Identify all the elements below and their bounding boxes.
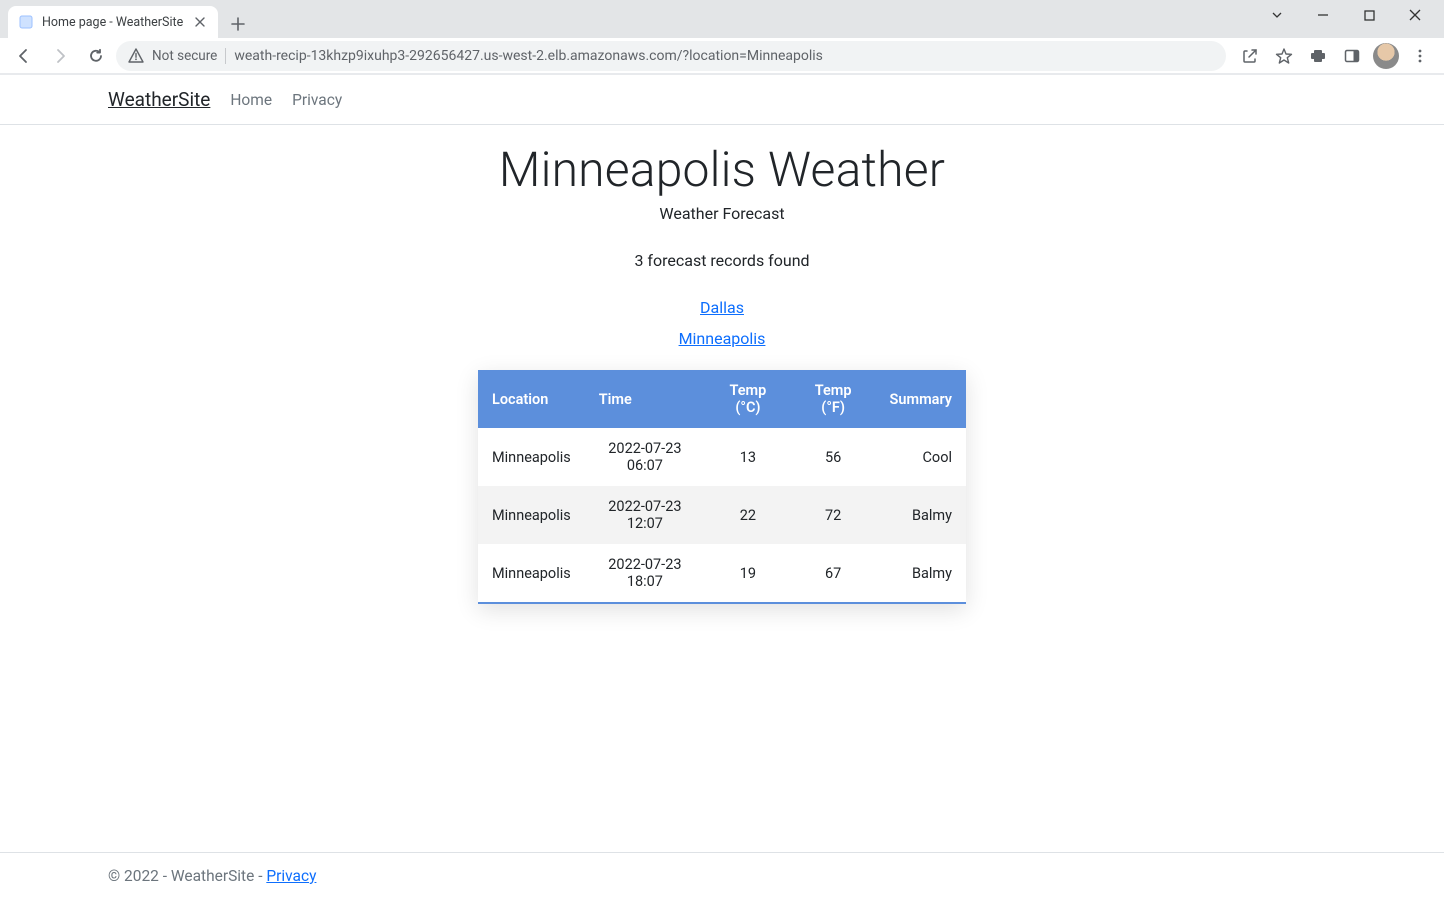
cell-temp-f: 56 [791, 428, 876, 486]
cell-location: Minneapolis [478, 544, 585, 602]
page-subtitle: Weather Forecast [0, 204, 1444, 223]
main-content: Minneapolis Weather Weather Forecast 3 f… [0, 125, 1444, 852]
records-found: 3 forecast records found [0, 251, 1444, 270]
location-link-minneapolis[interactable]: Minneapolis [679, 329, 766, 348]
profile-avatar[interactable] [1370, 40, 1402, 72]
brand-link[interactable]: WeatherSite [108, 88, 210, 111]
browser-toolbar: Not secure weath-recip-13khzp9ixuhp3-292… [0, 38, 1444, 74]
warning-icon [128, 48, 144, 64]
cell-temp-f: 67 [791, 544, 876, 602]
tab-title: Home page - WeatherSite [42, 15, 184, 30]
new-tab-button[interactable] [224, 10, 252, 38]
minimize-button[interactable] [1300, 0, 1346, 30]
nav-privacy[interactable]: Privacy [292, 91, 342, 109]
location-link-row: Dallas [0, 298, 1444, 317]
table-header-row: Location Time Temp (°C) Temp (°F) Summar… [478, 370, 966, 428]
cell-location: Minneapolis [478, 486, 585, 544]
cell-time: 2022-07-23 12:07 [585, 486, 705, 544]
favicon-icon [18, 14, 34, 30]
address-bar[interactable]: Not secure weath-recip-13khzp9ixuhp3-292… [116, 41, 1226, 71]
th-location: Location [478, 370, 585, 428]
table-row: Minneapolis 2022-07-23 18:07 19 67 Balmy [478, 544, 966, 602]
url-text: weath-recip-13khzp9ixuhp3-292656427.us-w… [234, 48, 823, 64]
th-time: Time [585, 370, 705, 428]
share-icon[interactable] [1234, 40, 1266, 72]
footer-privacy-link[interactable]: Privacy [266, 867, 316, 885]
extensions-icon[interactable] [1302, 40, 1334, 72]
cell-time: 2022-07-23 06:07 [585, 428, 705, 486]
close-icon[interactable] [192, 14, 208, 30]
cell-temp-f: 72 [791, 486, 876, 544]
menu-icon[interactable] [1404, 40, 1436, 72]
site-footer: © 2022 - WeatherSite - Privacy [0, 852, 1444, 899]
cell-summary: Balmy [876, 486, 967, 544]
table-row: Minneapolis 2022-07-23 12:07 22 72 Balmy [478, 486, 966, 544]
page-viewport: WeatherSite Home Privacy Minneapolis Wea… [0, 74, 1444, 899]
cell-location: Minneapolis [478, 428, 585, 486]
cell-temp-c: 22 [705, 486, 791, 544]
star-icon[interactable] [1268, 40, 1300, 72]
window-controls [1254, 0, 1438, 30]
back-button[interactable] [8, 40, 40, 72]
panel-icon[interactable] [1336, 40, 1368, 72]
browser-tab[interactable]: Home page - WeatherSite [8, 6, 218, 38]
reload-button[interactable] [80, 40, 112, 72]
forecast-table-wrap: Location Time Temp (°C) Temp (°F) Summar… [478, 370, 966, 604]
cell-temp-c: 13 [705, 428, 791, 486]
forecast-table: Location Time Temp (°C) Temp (°F) Summar… [478, 370, 966, 602]
toolbar-right-icons [1234, 40, 1436, 72]
table-bottom-accent [478, 602, 966, 604]
forward-button[interactable] [44, 40, 76, 72]
cell-summary: Balmy [876, 544, 967, 602]
table-row: Minneapolis 2022-07-23 06:07 13 56 Cool [478, 428, 966, 486]
browser-titlebar: Home page - WeatherSite [0, 0, 1444, 38]
nav-home[interactable]: Home [230, 91, 272, 109]
th-summary: Summary [876, 370, 967, 428]
th-temp-f: Temp (°F) [791, 370, 876, 428]
site-nav: WeatherSite Home Privacy [0, 75, 1444, 125]
footer-text: © 2022 - WeatherSite - [108, 867, 266, 885]
th-temp-c: Temp (°C) [705, 370, 791, 428]
security-label: Not secure [152, 48, 217, 64]
chevron-down-icon[interactable] [1254, 0, 1300, 30]
page-title: Minneapolis Weather [0, 141, 1444, 198]
cell-summary: Cool [876, 428, 967, 486]
location-link-row: Minneapolis [0, 329, 1444, 348]
separator [225, 48, 226, 64]
close-window-button[interactable] [1392, 0, 1438, 30]
maximize-button[interactable] [1346, 0, 1392, 30]
cell-temp-c: 19 [705, 544, 791, 602]
location-link-dallas[interactable]: Dallas [700, 298, 744, 317]
cell-time: 2022-07-23 18:07 [585, 544, 705, 602]
